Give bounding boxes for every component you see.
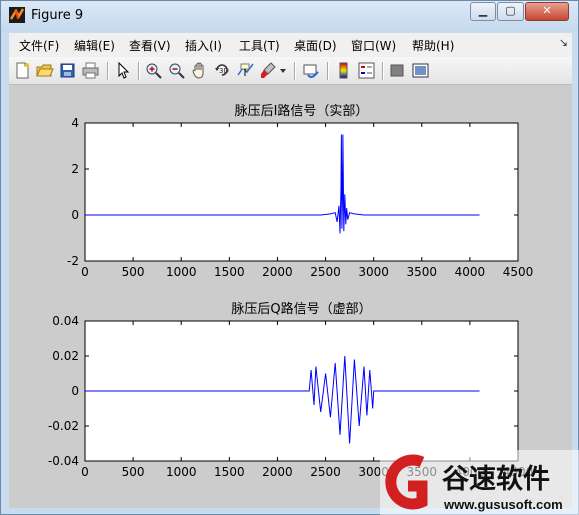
x-tick-label: 1500 — [214, 265, 245, 279]
data-cursor-icon[interactable] — [236, 61, 255, 80]
x-tick-label: 500 — [122, 265, 145, 279]
menu-edit[interactable]: 编辑(E) — [74, 37, 115, 54]
figure-window: Figure 9 ▁ ▢ ✕ 文件(F) 编辑(E) 查看(V) 插入(I) 工… — [0, 0, 579, 515]
x-tick-label: 0 — [81, 465, 89, 479]
menu-help[interactable]: 帮助(H) — [412, 37, 454, 54]
x-tick-label: 500 — [122, 465, 145, 479]
chart-title-1: 脉压后I路信号（实部） — [235, 103, 369, 119]
y-tick-label: 2 — [71, 162, 79, 176]
zoom-in-icon[interactable] — [144, 61, 163, 80]
print-icon[interactable] — [81, 61, 100, 80]
brush-dropdown-icon[interactable] — [279, 61, 287, 80]
show-plot-tools-icon[interactable] — [411, 61, 430, 80]
svg-text:3D: 3D — [219, 67, 229, 75]
y-tick-label: 0.02 — [52, 349, 79, 363]
figure-canvas: 脉压后I路信号（实部） 0 500 1000 1500 2000 2500 3000 3500 4… — [9, 85, 572, 508]
figure-toolbar: 3D — [9, 57, 572, 85]
pan-hand-icon[interactable] — [190, 61, 209, 80]
open-file-icon[interactable] — [35, 61, 54, 80]
menu-view[interactable]: 查看(V) — [129, 37, 171, 54]
pointer-icon[interactable] — [113, 61, 132, 80]
menu-desktop[interactable]: 桌面(D) — [294, 37, 337, 54]
figure-plots: 脉压后I路信号（实部）0 500 1000 1500 2000 2500 3000 3500 4… — [48, 103, 534, 479]
chart-title-2: 脉压后Q路信号（虚部） — [231, 301, 371, 317]
window-title: Figure 9 — [31, 8, 84, 23]
watermark-url: www.gususoft.com — [443, 497, 563, 512]
x-tick-label: 2500 — [310, 265, 341, 279]
y-tick-label: 0.04 — [52, 314, 79, 328]
rotate-3d-icon[interactable]: 3D — [213, 61, 232, 80]
x-tick-label: 2000 — [262, 265, 293, 279]
x-tick-label: 4500 — [503, 265, 534, 279]
link-icon[interactable] — [302, 61, 321, 80]
axes-1[interactable] — [84, 122, 519, 262]
zoom-out-icon[interactable] — [167, 61, 186, 80]
new-figure-icon[interactable] — [13, 61, 32, 80]
y-tick-label: 4 — [71, 116, 79, 130]
toolbar-separator — [138, 62, 140, 80]
menu-insert[interactable]: 插入(I) — [185, 37, 222, 54]
close-button[interactable]: ✕ — [525, 2, 569, 21]
toolbar-separator — [294, 62, 296, 80]
gususoft-watermark: 谷速软件 www.gususoft.com — [380, 450, 579, 515]
matlab-icon — [9, 7, 25, 23]
menu-file[interactable]: 文件(F) — [19, 37, 59, 54]
x-tick-label: 1000 — [166, 265, 197, 279]
y-tick-label: 0 — [71, 384, 79, 398]
save-icon[interactable] — [58, 61, 77, 80]
toolbar-separator — [107, 62, 109, 80]
menu-bar: 文件(F) 编辑(E) 查看(V) 插入(I) 工具(T) 桌面(D) 窗口(W… — [9, 33, 572, 57]
toolbar-separator — [327, 62, 329, 80]
x-tick-label: 3000 — [358, 265, 389, 279]
hide-plot-tools-icon[interactable] — [388, 61, 407, 80]
y-tick-label: -0.02 — [48, 419, 79, 433]
y-tick-label: -2 — [67, 254, 79, 268]
x-tick-label: 1000 — [166, 465, 197, 479]
x-tick-label: 0 — [81, 265, 89, 279]
watermark-brand: 谷速软件 — [442, 464, 550, 495]
x-tick-label: 2000 — [262, 465, 293, 479]
title-bar[interactable]: Figure 9 ▁ ▢ ✕ — [1, 1, 578, 31]
legend-icon[interactable] — [357, 61, 376, 80]
minimize-button[interactable]: ▁ — [470, 2, 496, 21]
x-tick-label: 4000 — [455, 265, 486, 279]
menu-window[interactable]: 窗口(W) — [351, 37, 396, 54]
colorbar-icon[interactable] — [334, 61, 353, 80]
x-tick-label: 3500 — [407, 265, 438, 279]
y-tick-label: 0 — [71, 208, 79, 222]
x-tick-label: 1500 — [214, 465, 245, 479]
double-chevron-icon[interactable]: ↘ — [559, 36, 568, 49]
menu-tools[interactable]: 工具(T) — [239, 37, 280, 54]
toolbar-separator — [382, 62, 384, 80]
brush-icon[interactable] — [259, 61, 278, 80]
y-tick-label: -0.04 — [48, 454, 79, 468]
maximize-button[interactable]: ▢ — [497, 2, 524, 21]
x-tick-label: 2500 — [310, 465, 341, 479]
